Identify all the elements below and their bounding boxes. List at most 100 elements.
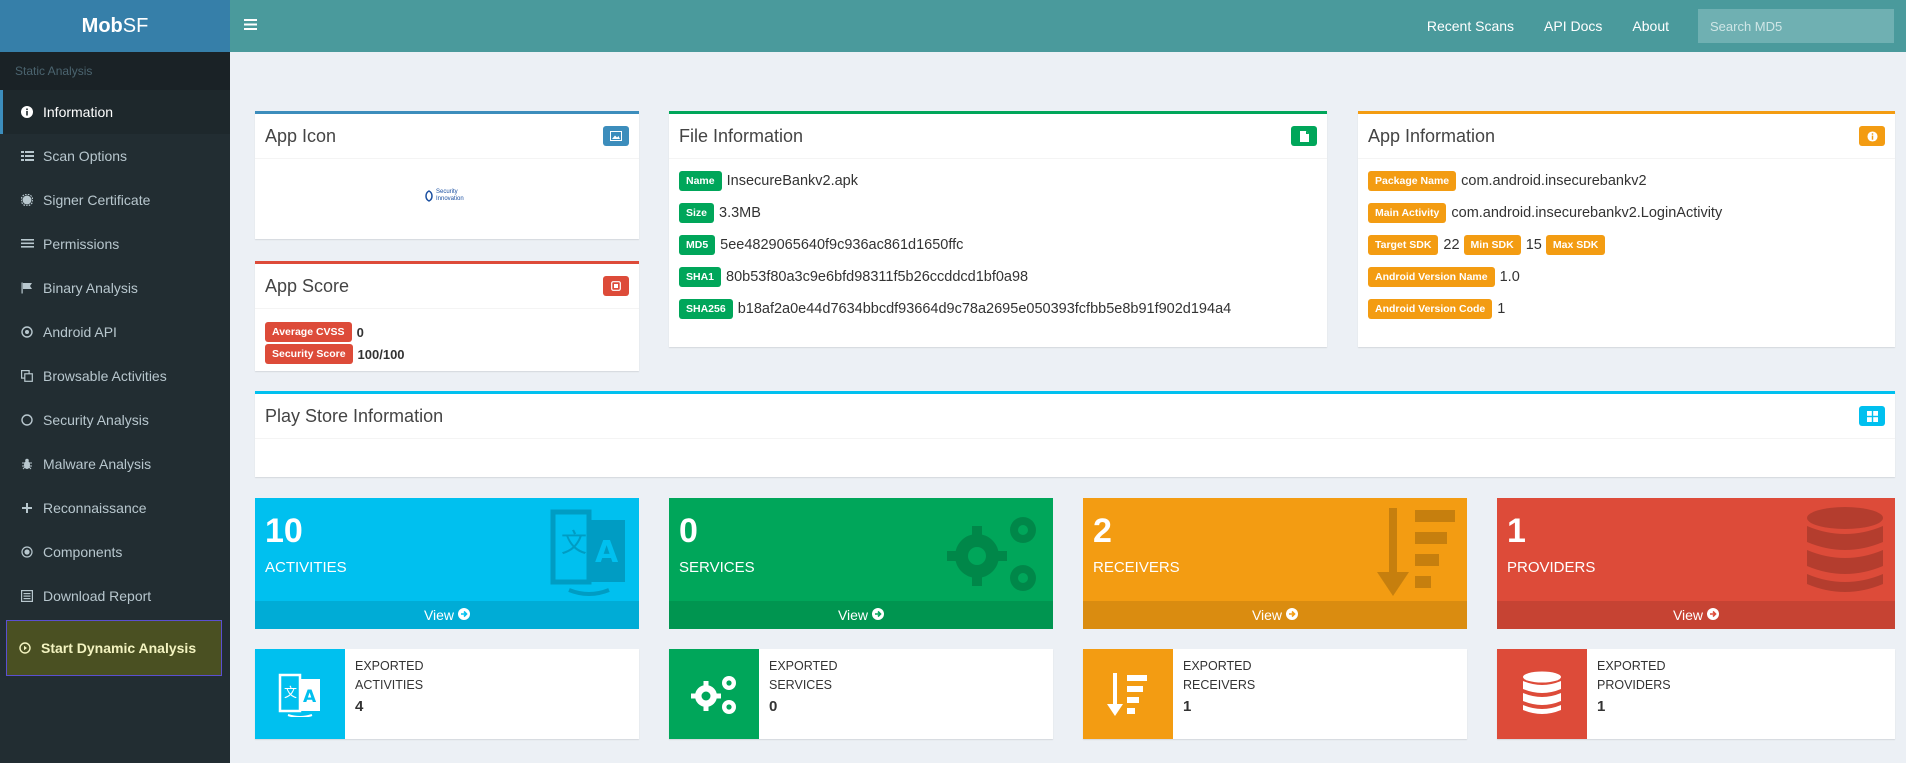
activities-stat-box: 10 ACTIVITIES 文A View [255,498,639,629]
exported-activities-box: 文A EXPORTED ACTIVITIES 4 [255,649,639,739]
sidebar-item-security-analysis[interactable]: Security Analysis [0,398,230,442]
list-lines-icon [21,238,43,250]
app-icon-box: App Icon Security Innovation [255,111,639,239]
activities-view-button[interactable]: View [255,601,639,629]
sidebar-item-label: Reconnaissance [43,500,147,516]
plus-icon [21,502,43,514]
logo-bold-text: Mob [81,14,123,37]
svg-text:文: 文 [284,686,297,701]
exported-services-count: 0 [769,698,778,715]
file-size-label: Size [679,203,715,223]
activities-view-label: View [423,607,455,623]
exported-receivers-line2: RECEIVERS [1183,678,1256,692]
list-icon [21,150,43,162]
sidebar-item-download-report[interactable]: Download Report [0,574,230,618]
cogs-icon [669,649,759,739]
sidebar-item-label: Security Analysis [43,412,149,428]
providers-view-button[interactable]: View [1497,601,1895,629]
target-sdk-value: 22 [1443,237,1460,253]
target-icon [21,546,43,558]
main-activity-label: Main Activity [1368,203,1447,223]
language-icon: 文A [549,506,629,601]
sidebar-item-binary-analysis[interactable]: Binary Analysis [0,266,230,310]
app-icon-title: App Icon [265,125,337,146]
md5-value: 5ee4829065640f9c936ac861d1650ffc [720,237,964,253]
sidebar-item-permissions[interactable]: Permissions [0,222,230,266]
main-content: App Icon Security Innovation App Score A… [230,52,1906,763]
min-sdk-value: 15 [1525,237,1542,253]
services-view-button[interactable]: View [669,601,1053,629]
score-square-icon [603,276,629,296]
language-icon: 文A [255,649,345,739]
file-name-label: Name [679,171,722,191]
bug-icon [21,458,43,470]
exported-activities-line1: EXPORTED [355,659,424,673]
file-size-value: 3.3MB [719,205,761,221]
dot-circle-icon [21,326,43,338]
file-name-value: InsecureBankv2.apk [726,173,858,189]
sidebar-item-android-api[interactable]: Android API [0,310,230,354]
grid-icon [1859,406,1885,426]
app-score-title: App Score [265,275,350,296]
search-md5-input[interactable] [1698,9,1894,43]
sha1-value: 80b53f80a3c9e6bfd98311f5b26ccddcd1bf0a98 [726,269,1029,285]
app-score-box: App Score Average CVSS 0 Security Score … [255,261,639,371]
exported-receivers-line1: EXPORTED [1183,659,1252,673]
services-view-label: View [837,607,869,623]
sidebar-item-browsable-activities[interactable]: Browsable Activities [0,354,230,398]
package-name-value: com.android.insecurebankv2 [1461,173,1647,189]
sidebar-item-label: Scan Options [43,148,128,164]
exported-providers-line1: EXPORTED [1597,659,1666,673]
android-version-code-label: Android Version Code [1368,299,1493,319]
md5-label: MD5 [679,235,716,255]
security-innovation-logo [425,190,433,202]
logo[interactable]: Mob SF [0,0,230,52]
android-version-name-value: 1.0 [1499,269,1520,285]
sidebar-item-malware-analysis[interactable]: Malware Analysis [0,442,230,486]
sidebar-item-reconnaissance[interactable]: Reconnaissance [0,486,230,530]
exported-services-line2: SERVICES [769,678,832,692]
sidebar-item-label: Malware Analysis [43,456,152,472]
exported-services-line1: EXPORTED [769,659,838,673]
receivers-view-label: View [1251,607,1283,623]
svg-text:A: A [595,535,619,570]
sidebar-item-components[interactable]: Components [0,530,230,574]
hamburger-menu-icon[interactable] [244,17,268,35]
app-icon-logo-text: Security Innovation [436,189,464,202]
file-icon [1291,126,1317,146]
sidebar-item-information[interactable]: Information [0,90,230,134]
target-sdk-label: Target SDK [1368,235,1439,255]
exported-activities-count: 4 [355,698,364,715]
circle-icon [21,414,43,426]
file-information-title: File Information [679,125,804,146]
receivers-view-button[interactable]: View [1083,601,1467,629]
clone-icon [21,370,43,382]
sidebar-item-label: Components [43,544,123,560]
android-version-code-value: 1 [1497,301,1506,317]
sidebar-item-label: Download Report [43,588,152,604]
start-dynamic-analysis-button[interactable]: Start Dynamic Analysis [6,620,222,676]
info-circle-icon [21,106,43,118]
api-docs-link[interactable]: API Docs [1529,18,1617,34]
exported-providers-line2: PROVIDERS [1597,678,1671,692]
certificate-icon [21,194,43,206]
sidebar-item-signer-certificate[interactable]: Signer Certificate [0,178,230,222]
sort-amount-down-icon [1083,649,1173,739]
max-sdk-label: Max SDK [1545,235,1606,255]
play-circle-icon [19,642,41,654]
android-version-name-label: Android Version Name [1368,267,1495,287]
receivers-stat-box: 2 RECEIVERS View [1083,498,1467,629]
average-cvss-label: Average CVSS [265,322,352,342]
sidebar-section-label: Static Analysis [0,52,230,90]
providers-stat-box: 1 PROVIDERS View [1497,498,1895,629]
sha256-value: b18af2a0e44d7634bbcdf93664d9c78a2695e050… [737,301,1232,317]
recent-scans-link[interactable]: Recent Scans [1412,18,1529,34]
about-link[interactable]: About [1617,18,1684,34]
sidebar-item-scan-options[interactable]: Scan Options [0,134,230,178]
exported-services-box: EXPORTED SERVICES 0 [669,649,1053,739]
top-navbar: Recent Scans API Docs About [230,0,1906,52]
sidebar-item-label: Android API [43,324,117,340]
arrow-circle-right-icon [458,607,471,623]
database-icon [1805,506,1885,601]
play-store-title: Play Store Information [265,405,444,426]
